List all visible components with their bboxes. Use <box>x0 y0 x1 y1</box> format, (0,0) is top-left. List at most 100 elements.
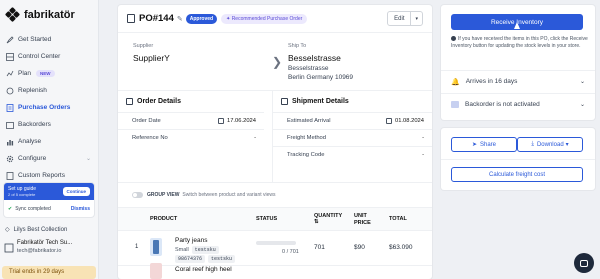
download-label: Download <box>536 141 564 148</box>
sidebar-item-label: Custom Reports <box>18 172 65 179</box>
table-header: PRODUCT STATUS QUANTITY ⇅ UNIT PRICE TOTA… <box>118 207 432 231</box>
sidebar-item-backorders[interactable]: Backorders <box>0 116 99 133</box>
chat-launcher[interactable] <box>574 253 594 273</box>
order-date-value: 17.06.2024 <box>217 118 256 124</box>
sidebar-item-analyse[interactable]: Analyse <box>0 133 99 150</box>
chevron-down-icon: ⌄ <box>579 102 585 108</box>
edit-button[interactable]: Edit <box>388 12 412 25</box>
report-icon <box>6 171 14 180</box>
chevron-down-icon: ▾ <box>565 142 569 148</box>
arrival-label: Estimated Arrival <box>287 118 331 124</box>
group-view-desc: Switch between product and variant views <box>182 192 276 198</box>
building-icon <box>4 240 14 253</box>
tracking-value: - <box>422 152 424 158</box>
calendar-icon <box>217 118 224 124</box>
sidebar-item-control-center[interactable]: Control Center <box>0 48 99 65</box>
chat-icon <box>580 259 588 267</box>
reference-label: Reference No <box>132 135 168 141</box>
user-menu[interactable]: Fabrikatör Tech Su... tech@fabrikator.io <box>4 240 72 254</box>
reference-row: Reference No - <box>118 129 264 146</box>
unit-price-value: $90 <box>354 244 365 251</box>
edit-button-group: Edit ▾ <box>387 11 423 26</box>
ship-to-city: Berlin Germany 10969 <box>288 74 354 81</box>
bell-icon: 🔔 <box>451 78 460 86</box>
arrow-right-icon: ❯ <box>272 55 283 69</box>
freight-row: Freight Method - <box>273 129 432 146</box>
calculate-freight-button[interactable]: Calculate freight cost <box>451 167 583 182</box>
divider <box>441 159 595 160</box>
col-status[interactable]: STATUS <box>256 216 277 222</box>
col-total[interactable]: TOTAL <box>389 216 407 222</box>
sidebar-item-purchase-orders[interactable]: Purchase Orders <box>0 99 99 116</box>
receive-info-text: If you have received the items in this P… <box>451 36 588 49</box>
trial-banner[interactable]: Trial ends in 29 days <box>2 266 96 279</box>
backorder-accordion[interactable]: Backorder is not activated ⌄ <box>441 93 595 115</box>
download-icon: ⤓ <box>531 141 534 147</box>
sidebar-item-label: Control Center <box>18 53 61 60</box>
collection-name: Lilys Best Collection <box>13 226 68 233</box>
arrival-row: Estimated Arrival 01.08.2024 <box>273 112 432 129</box>
col-product[interactable]: PRODUCT <box>150 216 177 222</box>
logo-icon <box>4 6 21 23</box>
group-view-toggle[interactable] <box>132 192 143 198</box>
product-name[interactable]: Party jeans <box>175 237 208 244</box>
chevron-down-icon: ⌄ <box>85 156 91 162</box>
collection-link[interactable]: ◇ Lilys Best Collection <box>5 226 68 234</box>
column-divider <box>272 91 273 183</box>
info-icon <box>451 36 456 42</box>
package-icon <box>281 98 288 105</box>
check-icon: ✔ <box>8 205 13 212</box>
tracking-row: Tracking Code - <box>273 146 432 163</box>
order-details-title: Order Details <box>118 91 264 112</box>
continue-button[interactable]: Continue <box>62 187 90 196</box>
sidebar-item-configure[interactable]: Configure ⌄ <box>0 150 99 167</box>
chevron-down-icon[interactable]: ▾ <box>411 12 422 25</box>
share-button[interactable]: ➤ Share <box>451 137 517 152</box>
send-icon: ➤ <box>471 142 477 148</box>
status-badge: Approved <box>185 13 218 24</box>
setup-guide-progress: 2 of 5 complete <box>8 192 36 197</box>
sidebar-item-label: Replenish <box>18 87 47 94</box>
arrival-accordion[interactable]: 🔔 Arrives in 16 days ⌄ <box>441 70 595 92</box>
gear-icon <box>6 155 14 163</box>
table-row[interactable]: 1 Party jeans Small testsku 98674376 tes… <box>118 231 432 266</box>
shipment-details-title: Shipment Details <box>273 91 432 112</box>
product-name[interactable]: Coral reef high heel <box>175 266 232 273</box>
receive-progress-text: 0 / 701 <box>282 249 299 255</box>
sidebar-item-replenish[interactable]: Replenish <box>0 82 99 99</box>
product-variant: Small testsku <box>175 246 219 254</box>
chart-icon <box>6 138 14 146</box>
sidebar: fabrikatör Get Started Control Center Pl… <box>0 0 99 279</box>
recommended-label: Recommended Purchase Order <box>231 15 303 22</box>
sidebar-item-get-started[interactable]: Get Started <box>0 31 99 48</box>
col-quantity[interactable]: QUANTITY ⇅ <box>314 213 342 225</box>
sidebar-item-label: Backorders <box>18 121 51 128</box>
variant-label: Small <box>175 247 189 253</box>
user-email: tech@fabrikator.io <box>17 248 62 254</box>
ship-to-block: Ship To Besselstrasse Besselstrasse Berl… <box>288 43 353 81</box>
tracking-label: Tracking Code <box>287 152 325 158</box>
document-icon <box>6 103 14 112</box>
pencil-icon[interactable]: ✎ <box>177 15 183 23</box>
receive-info: If you have received the items in this P… <box>451 36 591 50</box>
share-label: Share <box>480 141 497 148</box>
sort-icon: ⇅ <box>314 219 319 225</box>
collection-icon: ◇ <box>5 227 10 233</box>
sidebar-item-label: Configure <box>18 155 47 162</box>
dismiss-button[interactable]: Dismiss <box>71 206 90 212</box>
group-view-toggle-row: GROUP VIEW Switch between product and va… <box>118 183 432 207</box>
supplier-name: SupplierY <box>133 53 170 63</box>
po-header: PO#144 ✎ Approved ✦ Recommended Purchase… <box>118 5 432 33</box>
barcode-tag: 98674376 <box>175 255 206 263</box>
arrival-date-text: 01.08.2024 <box>394 118 424 124</box>
total-value: $63.090 <box>389 244 413 251</box>
backorder-icon <box>451 101 459 108</box>
address-section: Supplier SupplierY ❯ Ship To Besselstras… <box>118 33 432 91</box>
logo[interactable]: fabrikatör <box>4 6 75 23</box>
download-button[interactable]: ⤓ Download ▾ <box>517 137 583 152</box>
col-unit-price[interactable]: UNIT PRICE <box>354 213 378 227</box>
sidebar-item-label: Plan <box>18 70 32 77</box>
setup-guide-header[interactable]: Set up guide 2 of 5 complete Continue <box>4 183 94 200</box>
quantity-value: 701 <box>314 244 325 251</box>
sidebar-item-plan[interactable]: Plan NEW <box>0 65 99 82</box>
